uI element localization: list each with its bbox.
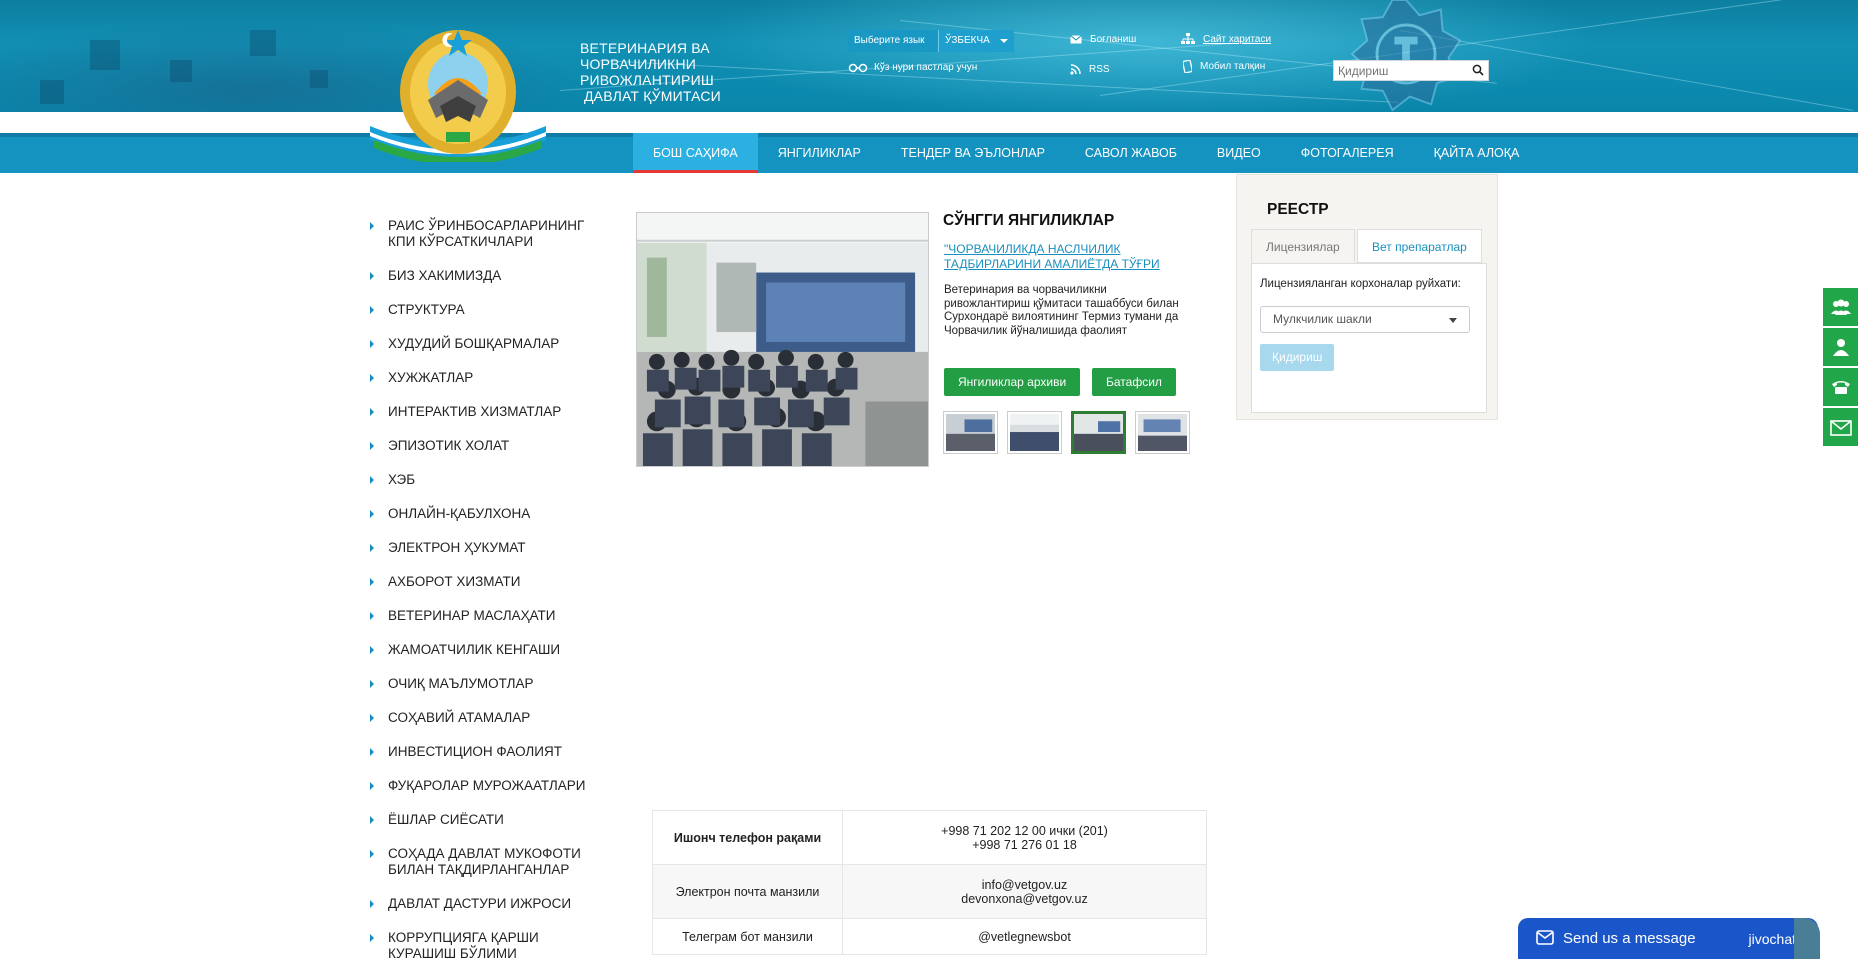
news-thumbnail[interactable] — [1008, 412, 1061, 453]
news-thumbnail[interactable] — [944, 412, 997, 453]
telegram-label: Телеграм бот манзили — [652, 918, 843, 955]
sidebar-item-vet-advice[interactable]: ВЕТЕРИНАР МАСЛАҲАТИ — [368, 608, 608, 624]
contact-link[interactable]: Боғланиш — [1070, 34, 1136, 45]
sidebar-item-documents[interactable]: ХУЖЖАТЛАР — [368, 370, 608, 386]
sidebar-item-kpi[interactable]: РАИС ЎРИНБОСАРЛАРИНИНГ КПИ КЎРСАТКИЧЛАРИ — [368, 218, 608, 250]
news-archive-button[interactable]: Янгиликлар архиви — [944, 368, 1081, 396]
nav-item-news[interactable]: ЯНГИЛИКЛАР — [758, 133, 881, 173]
phone-icon[interactable] — [1823, 368, 1858, 406]
email-icon[interactable] — [1823, 408, 1858, 446]
search-input[interactable] — [1334, 61, 1464, 80]
ownership-type-select[interactable]: Мулкчилик шакли — [1260, 306, 1470, 333]
news-section-title: СЎНГГИ ЯНГИЛИКЛАР — [943, 212, 1115, 229]
licensed-companies-label: Лицензияланган корхоналар руйхати: — [1260, 278, 1461, 290]
state-emblem-logo — [370, 30, 546, 162]
tab-licenses[interactable]: Лицензиялар — [1251, 229, 1355, 263]
sidebar-item-state-program[interactable]: ДАВЛАТ ДАСТУРИ ИЖРОСИ — [368, 896, 608, 912]
sidebar-item-youth-policy[interactable]: ЁШЛАР СИЁСАТИ — [368, 812, 608, 828]
nav-item-feedback[interactable]: ҚАЙТА АЛОҚА — [1414, 133, 1540, 173]
chat-brand: jivochat — [1748, 931, 1796, 947]
search-box — [1333, 60, 1489, 81]
news-summary: Ветеринария ва чорвачиликни ривожлантири… — [944, 284, 1179, 337]
registry-panel: РЕЕСТР Лицензиялар Вет препаратлар Лицен… — [1236, 174, 1498, 420]
language-select[interactable]: ЎЗБЕКЧА — [938, 30, 1014, 52]
sitemap-icon — [1181, 33, 1195, 44]
main-nav: БОШ САҲИФА ЯНГИЛИКЛАР ТЕНДЕР ВА ЭЪЛОНЛАР… — [633, 133, 1539, 173]
table-row: Электрон почта манзили info@vetgov.uz de… — [652, 864, 1207, 919]
tab-vet-drugs[interactable]: Вет препаратлар — [1357, 229, 1482, 263]
side-quick-links — [1823, 288, 1858, 448]
low-vision-link[interactable]: Кўз нури пастлар учун — [848, 62, 977, 73]
mobile-version-link[interactable]: Мобил талқин — [1183, 60, 1265, 73]
telegram-value[interactable]: @vetlegnewsbot — [842, 918, 1207, 955]
news-thumbnails — [944, 412, 1189, 453]
vet-seal-icon — [1350, 0, 1462, 112]
rss-link[interactable]: RSS — [1070, 64, 1110, 75]
rss-icon — [1070, 64, 1081, 75]
nav-item-photogallery[interactable]: ФОТОГАЛЕРЕЯ — [1281, 133, 1414, 173]
nav-item-video[interactable]: ВИДЕО — [1197, 133, 1281, 173]
news-more-button[interactable]: Батафсил — [1092, 368, 1176, 396]
news-headline-link[interactable]: "ЧОРВАЧИЛИКДА НАСЛЧИЛИК ТАДБИРЛАРИНИ АМА… — [944, 242, 1184, 272]
sidebar-menu: РАИС ЎРИНБОСАРЛАРИНИНГ КПИ КЎРСАТКИЧЛАРИ… — [368, 218, 608, 959]
search-icon[interactable] — [1472, 64, 1484, 76]
sidebar-item-investment[interactable]: ИНВЕСТИЦИОН ФАОЛИЯТ — [368, 744, 608, 760]
chevron-down-icon — [1449, 318, 1457, 323]
user-icon[interactable] — [1823, 328, 1858, 366]
sidebar-item-about[interactable]: БИЗ ХАКИМИЗДА — [368, 268, 608, 284]
sidebar-item-press-service[interactable]: АХБОРОТ ХИЗМАТИ — [368, 574, 608, 590]
contacts-table: Ишонч телефон рақами +998 71 202 12 00 и… — [652, 810, 1207, 955]
sidebar-item-structure[interactable]: СТРУКТУРА — [368, 302, 608, 318]
hotline-value: +998 71 202 12 00 ички (201) +998 71 276… — [842, 810, 1207, 865]
sidebar-item-epizootic[interactable]: ЭПИЗОТИК ХОЛАТ — [368, 438, 608, 454]
sidebar-item-terms[interactable]: СОҲАВИЙ АТАМАЛАР — [368, 710, 608, 726]
sidebar-item-interactive-services[interactable]: ИНТЕРАКТИВ ХИЗМАТЛАР — [368, 404, 608, 420]
news-thumbnail[interactable] — [1136, 412, 1189, 453]
registry-title: РЕЕСТР — [1267, 201, 1329, 218]
news-thumbnail[interactable] — [1072, 412, 1125, 453]
sidebar-item-anti-corruption[interactable]: КОРРУПЦИЯГА ҚАРШИ КУРАШИШ БЎЛИМИ — [368, 930, 608, 959]
nav-item-tenders[interactable]: ТЕНДЕР ВА ЭЪЛОНЛАР — [881, 133, 1065, 173]
org-title: ВЕТЕРИНАРИЯ ВА ЧОРВАЧИЛИКНИ РИВОЖЛАНТИРИ… — [580, 40, 721, 104]
registry-tab-pane: Лицензияланган корхоналар руйхати: Мулкч… — [1251, 263, 1487, 413]
sidebar-item-regional-offices[interactable]: ХУДУДИЙ БОШҚАРМАЛАР — [368, 336, 608, 352]
table-row: Ишонч телефон рақами +998 71 202 12 00 и… — [652, 810, 1207, 865]
chat-widget[interactable]: Send us a message jivochat — [1518, 918, 1820, 959]
sidebar-item-state-awards[interactable]: СОҲАДА ДАВЛАТ МУКОФОТИ БИЛАН ТАҚДИРЛАНГА… — [368, 846, 608, 878]
email-value[interactable]: info@vetgov.uz devonxona@vetgov.uz — [842, 864, 1207, 919]
chevron-down-icon — [1000, 39, 1008, 43]
sidebar-item-online-reception[interactable]: ОНЛАЙН-ҚАБУЛХОНА — [368, 506, 608, 522]
envelope-icon — [1536, 930, 1554, 945]
chat-label: Send us a message — [1563, 930, 1696, 947]
sidebar-item-heb[interactable]: ХЭБ — [368, 472, 608, 488]
sidebar-item-open-data[interactable]: ОЧИҚ МАЪЛУМОТЛАР — [368, 676, 608, 692]
envelope-icon — [1070, 35, 1082, 44]
mobile-phone-icon — [1183, 60, 1192, 73]
glasses-icon — [848, 63, 868, 72]
news-main-photo[interactable] — [636, 212, 929, 467]
nav-item-faq[interactable]: САВОЛ ЖАВОБ — [1065, 133, 1197, 173]
site-header: ВЕТЕРИНАРИЯ ВА ЧОРВАЧИЛИКНИ РИВОЖЛАНТИРИ… — [0, 0, 1858, 112]
email-label: Электрон почта манзили — [652, 864, 843, 919]
sidebar-item-public-council[interactable]: ЖАМОАТЧИЛИК КЕНГАШИ — [368, 642, 608, 658]
language-label: Выберите язык — [848, 30, 938, 52]
users-group-icon[interactable] — [1823, 288, 1858, 326]
registry-search-button[interactable]: Қидириш — [1260, 344, 1335, 371]
sitemap-link[interactable]: Сайт харитаси — [1181, 33, 1271, 45]
sidebar-item-citizen-appeals[interactable]: ФУҚАРОЛАР МУРОЖААТЛАРИ — [368, 778, 608, 794]
sidebar-item-e-government[interactable]: ЭЛЕКТРОН ҲУКУМАТ — [368, 540, 608, 556]
hotline-label: Ишонч телефон рақами — [652, 810, 843, 865]
table-row: Телеграм бот манзили @vetlegnewsbot — [652, 918, 1207, 955]
nav-item-home[interactable]: БОШ САҲИФА — [633, 133, 758, 173]
